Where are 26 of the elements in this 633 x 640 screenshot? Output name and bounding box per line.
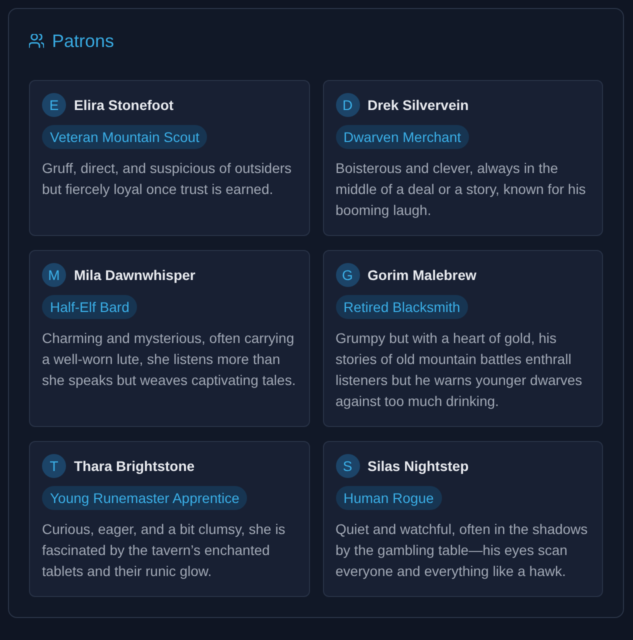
avatar: G [336, 263, 360, 287]
patron-description: Boisterous and clever, always in the middle of a deal or a story, known for his booming laugh. [336, 159, 587, 220]
patron-name: Gorim Malebrew [368, 267, 476, 283]
patron-description: Curious, eager, and a bit clumsy, she is fascinated by the tavern’s enchanted tablets and their runic glow. [42, 520, 286, 581]
patron-description: Charming and mysterious, often carrying a well-worn lute, she listens more than she speaks but weaves captivating tales. [42, 329, 296, 390]
patron-name: Drek Silvervein [368, 97, 469, 113]
users-icon [29, 34, 44, 48]
role-tag: Human Rogue [336, 486, 442, 510]
patron-name: Thara Brightstone [74, 458, 195, 474]
patron-description: Quiet and watchful, often in the shadows by the gambling table—his eyes scan everyone and everything like a hawk. [336, 520, 589, 581]
role-tag: Half-Elf Bard [42, 295, 138, 319]
patron-description: Gruff, direct, and suspicious of outsiders but fiercely loyal once trust is earned. [42, 159, 293, 199]
role-tag: Veteran Mountain Scout [42, 125, 208, 149]
patron-name: Elira Stonefoot [74, 97, 174, 113]
role-tag: Retired Blacksmith [336, 295, 468, 319]
avatar: T [42, 454, 66, 478]
patron-name: Mila Dawnwhisper [74, 267, 196, 283]
role-tag: Young Runemaster Apprentice [42, 486, 248, 510]
avatar: D [336, 93, 360, 117]
avatar: E [42, 93, 66, 117]
avatar: S [336, 454, 360, 478]
panel-title: Patrons [52, 30, 114, 53]
patron-description: Grumpy but with a heart of gold, his stories of old mountain battles enthrall listeners but he warns younger dwarves against too much drinking. [336, 329, 584, 411]
role-tag: Dwarven Merchant [336, 125, 469, 149]
patron-name: Silas Nightstep [368, 458, 469, 474]
avatar: M [42, 263, 66, 287]
